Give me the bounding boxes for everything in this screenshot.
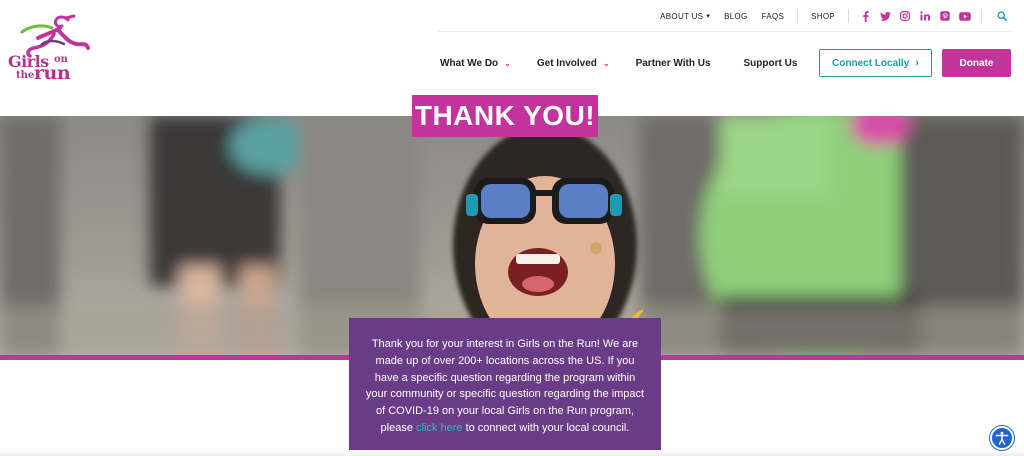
header-divider	[438, 31, 1012, 32]
divider	[797, 9, 799, 23]
nav-item-support-us[interactable]: Support Us	[744, 58, 798, 69]
nav-item-label: Get Involved	[536, 57, 597, 69]
utility-link-faqs[interactable]: FAQS	[762, 12, 785, 21]
nav-item-partner-with-us[interactable]: Partner With Us	[636, 58, 711, 69]
click-here-link[interactable]: click here	[416, 422, 462, 434]
utility-link-about-us[interactable]: ABOUT US ▾	[660, 12, 710, 21]
nav-item-what-we-do[interactable]: What We Do ⌄	[440, 58, 511, 69]
message-card: Thank you for your interest in Girls on …	[349, 318, 661, 456]
main-nav: What We Do ⌄ Get Involved ⌄ Partner With…	[440, 50, 797, 76]
utility-link-shop[interactable]: SHOP	[811, 12, 835, 21]
chevron-down-icon: ⌄	[602, 58, 610, 68]
utility-nav: ABOUT US ▾ BLOG FAQS SHOP	[653, 8, 1012, 24]
twitter-icon[interactable]	[877, 9, 893, 23]
logo-word-the: the	[16, 70, 35, 81]
linkedin-icon[interactable]	[917, 9, 933, 23]
site-logo[interactable]: Girls on the run	[8, 14, 92, 86]
thank-you-heading: THANK YOU!	[412, 95, 598, 137]
youtube-icon[interactable]	[957, 9, 973, 23]
logo-word-run: run	[34, 62, 71, 84]
chevron-down-icon: ⌄	[504, 58, 511, 68]
utility-link-blog[interactable]: BLOG	[724, 12, 747, 21]
chevron-right-icon: ›	[915, 57, 919, 69]
page-bottom-shade	[0, 450, 1024, 456]
message-text-before: Thank you for your interest in Girls on …	[365, 338, 645, 434]
message-text-after: to connect with your local council.	[465, 421, 630, 434]
divider	[848, 9, 849, 23]
connect-locally-label: Connect Locally	[832, 57, 910, 69]
nav-item-label: What We Do	[440, 57, 499, 69]
nav-item-get-involved[interactable]: Get Involved ⌄	[537, 58, 610, 69]
donate-button[interactable]: Donate	[942, 49, 1011, 77]
facebook-icon[interactable]	[857, 9, 873, 23]
divider	[981, 9, 982, 23]
instagram-icon[interactable]	[897, 9, 913, 23]
utility-link-label: ABOUT US	[660, 11, 704, 21]
connect-locally-button[interactable]: Connect Locally ›	[819, 49, 932, 77]
accessibility-icon[interactable]	[990, 426, 1014, 450]
search-icon[interactable]	[994, 9, 1010, 23]
chevron-down-icon: ▾	[706, 13, 711, 20]
pinterest-icon[interactable]	[937, 9, 953, 23]
